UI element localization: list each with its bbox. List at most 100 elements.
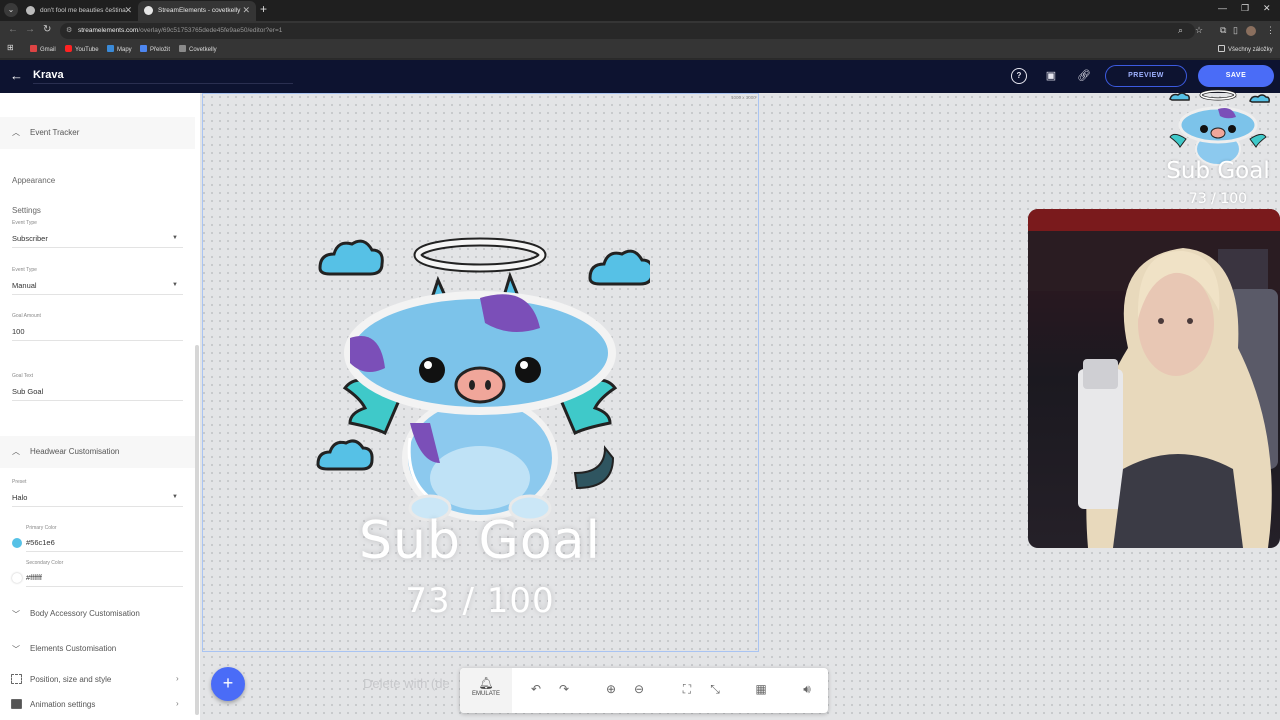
sidepanel-icon[interactable]: ▯	[1233, 25, 1238, 36]
tab-close-icon[interactable]: ✕	[124, 1, 132, 20]
cloud-icon	[316, 439, 374, 471]
stage-size-label: 1000 x 1000	[731, 95, 756, 100]
add-widget-button[interactable]: +	[211, 667, 245, 701]
webcam-feed[interactable]	[1028, 209, 1280, 548]
link-icon[interactable]: 🔗︎	[1076, 68, 1092, 84]
tab-search-icon[interactable]: ⌄	[4, 3, 18, 17]
goal-amount-label: Goal Amount	[12, 313, 41, 319]
extensions-icon[interactable]: ⧉	[1220, 25, 1226, 36]
site-info-icon[interactable]: ⚙	[66, 23, 72, 39]
delete-hint: Delete with (de	[363, 676, 450, 691]
goal-text-input[interactable]: Sub Goal	[12, 387, 183, 401]
editor-header: ← Krava ? ▣ 🔗︎ PREVIEW SAVE	[0, 60, 1280, 93]
primary-color-input[interactable]: #56c1e6	[26, 538, 183, 552]
bookmark-covetkelly[interactable]: Covetkelly	[179, 45, 217, 53]
primary-color-swatch[interactable]	[12, 538, 22, 548]
event-type-label: Event Type	[12, 267, 37, 273]
goal-text-label: Goal Text	[12, 373, 34, 379]
cloud-icon	[588, 249, 650, 286]
project-title[interactable]: Krava	[33, 69, 64, 81]
settings-sidebar: ︿ Event Tracker Appearance Settings Even…	[0, 93, 200, 720]
volume-icon[interactable]: 🔊︎	[798, 682, 816, 697]
goal-amount-input[interactable]: 100	[12, 327, 183, 341]
section-headwear[interactable]: ︿ Headwear Customisation	[0, 436, 195, 468]
all-bookmarks[interactable]: Všechny záložky	[1218, 45, 1273, 53]
undo-icon[interactable]: ↶	[527, 682, 545, 696]
zoom-in-icon[interactable]: ⊕	[602, 682, 620, 696]
screen-icon[interactable]: ▣	[1043, 68, 1059, 84]
mapy-icon	[107, 45, 114, 52]
secondary-color-swatch[interactable]	[12, 573, 22, 583]
preset-label: Preset	[12, 479, 27, 485]
back-arrow-icon[interactable]: ←	[10, 68, 23, 83]
browser-tab-active[interactable]: StreamElements - covetkelly ✕	[138, 1, 256, 21]
secondary-color-input[interactable]: #ffffff	[26, 573, 183, 587]
goal-title-text[interactable]: Sub Goal	[300, 511, 660, 571]
reload-icon[interactable]: ↻	[43, 24, 51, 35]
fullscreen-icon[interactable]: ⛶	[678, 682, 696, 697]
primary-color-label: Primary Color	[26, 525, 57, 531]
zoom-icon[interactable]: ⌕	[1178, 25, 1183, 36]
goal-count-text[interactable]: 73 / 100	[300, 581, 660, 621]
tab-title: StreamElements - covetkelly	[158, 7, 241, 14]
position-size-style-row[interactable]: Position, size and style ›	[0, 669, 195, 691]
chevron-up-icon: ︿	[12, 447, 20, 456]
section-body-accessory[interactable]: ﹀ Body Accessory Customisation	[0, 603, 195, 625]
event-mode-select[interactable]: Manual ▼	[12, 281, 183, 295]
title-underline	[33, 83, 293, 84]
browser-tab[interactable]: don't fool me beauties čeština ✕	[20, 1, 138, 21]
dropdown-arrow-icon: ▼	[172, 282, 178, 288]
url-field[interactable]: ⚙ streamelements.com/overlay/69c51753765…	[60, 23, 1195, 39]
preset-select[interactable]: Halo ▼	[12, 493, 183, 507]
youtube-icon	[65, 45, 72, 52]
browser-menu-icon[interactable]: ⋮	[1266, 25, 1275, 36]
preview-button[interactable]: PREVIEW	[1105, 65, 1187, 87]
folder-icon	[1218, 45, 1225, 52]
chevron-right-icon: ›	[176, 699, 179, 708]
sidebar-scrollbar[interactable]	[195, 345, 199, 715]
help-icon[interactable]: ?	[1011, 68, 1027, 84]
bookmark-youtube[interactable]: YouTube	[65, 45, 99, 53]
bookmarks-bar: ⊞ Gmail YouTube Mapy Přeložit Covetkelly…	[0, 41, 1280, 59]
tab-favicon-icon	[144, 6, 153, 15]
redo-icon[interactable]: ↷	[555, 682, 573, 696]
animation-settings-row[interactable]: Animation settings ›	[0, 694, 195, 716]
browser-forward-icon[interactable]: →	[25, 24, 35, 35]
bookmark-mapy[interactable]: Mapy	[107, 45, 132, 53]
url-path: /overlay/69c51753765dede45fe9ae50/editor…	[138, 27, 283, 34]
bell-icon: 🔔︎	[478, 676, 494, 690]
event-type-label: Event Type	[12, 220, 37, 226]
emulate-button[interactable]: 🔔︎ EMULATE	[460, 668, 512, 713]
mini-goal-title[interactable]: Sub Goal	[1156, 158, 1280, 184]
window-close-icon[interactable]: ✕	[1263, 3, 1271, 14]
webcam-image	[1028, 209, 1280, 548]
maximize-icon[interactable]: ❐	[1241, 3, 1249, 14]
event-type-select[interactable]: Subscriber ▼	[12, 234, 183, 248]
minimize-icon[interactable]: —	[1218, 3, 1227, 13]
zoom-out-icon[interactable]: ⊖	[630, 682, 648, 696]
url-host: streamelements.com	[78, 27, 139, 34]
address-bar-row: ← → ↻ ⚙ streamelements.com/overlay/69c51…	[0, 21, 1280, 41]
editor-canvas[interactable]: 1000 x 1000 Sub Goal 73 / 100 Sub Goal 7…	[200, 89, 1280, 720]
mini-goal-count[interactable]: 73 / 100	[1156, 191, 1280, 207]
bookmark-gmail[interactable]: Gmail	[30, 45, 56, 53]
profile-avatar[interactable]	[1246, 26, 1256, 36]
tab-close-icon[interactable]: ✕	[242, 1, 250, 20]
mini-cow-image[interactable]	[1166, 89, 1270, 169]
save-button[interactable]: SAVE	[1198, 65, 1274, 87]
bookmark-star-icon[interactable]: ☆	[1195, 25, 1203, 36]
cow-mascot-image[interactable]	[310, 228, 650, 528]
appearance-link[interactable]: Appearance	[12, 176, 55, 185]
bookmark-prelozit[interactable]: Přeložit	[140, 45, 170, 53]
exit-fullscreen-icon[interactable]: ⤡	[706, 682, 724, 697]
chevron-down-icon: ﹀	[12, 610, 20, 619]
section-event-tracker[interactable]: ︿ Event Tracker	[0, 117, 195, 149]
apps-icon[interactable]: ⊞	[7, 43, 14, 52]
secondary-color-label: Secondary Color	[26, 560, 64, 566]
section-elements[interactable]: ﹀ Elements Customisation	[0, 638, 195, 660]
grid-icon[interactable]: ▦	[752, 682, 770, 696]
new-tab-icon[interactable]: +	[260, 2, 267, 16]
position-icon	[11, 674, 22, 684]
browser-back-icon[interactable]: ←	[8, 24, 18, 35]
canvas-toolbar: 🔔︎ EMULATE ↶ ↷ ⊕ ⊖ ⛶ ⤡ ▦ 🔊︎	[460, 668, 828, 713]
